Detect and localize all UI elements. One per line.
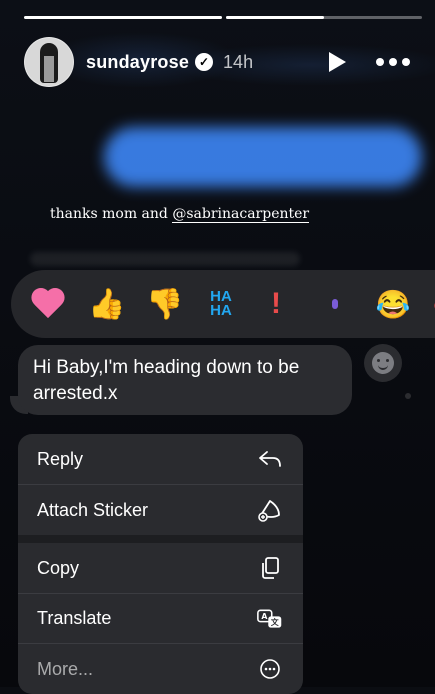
reaction-partial[interactable]: ● [425,270,435,338]
menu-item-attach-sticker[interactable]: Attach Sticker [18,485,303,535]
svg-text:文: 文 [271,617,279,627]
reaction-haha[interactable]: HA HA [197,270,245,338]
smiley-icon [372,352,394,374]
play-icon[interactable] [329,52,346,72]
options-icon[interactable] [376,52,410,72]
message-bubble[interactable]: Hi Baby,I'm heading down to be arrested.… [18,345,352,415]
caption-mention[interactable]: @sabrinacarpenter [172,206,310,223]
haha-bottom: HA [210,302,232,319]
blurred-text [30,252,300,266]
menu-item-copy[interactable]: Copy [18,543,303,593]
translate-icon: A文 [257,606,283,632]
menu-item-label: More... [37,658,94,679]
reaction-thumbs-down[interactable]: 👎 [145,270,185,338]
menu-item-label: Translate [37,608,112,628]
menu-item-label: Reply [37,448,84,469]
menu-item-label: Attach Sticker [37,499,149,520]
reaction-laugh[interactable]: 😂 [373,270,413,338]
dot-icon [332,299,338,309]
menu-item-translate[interactable]: Translate A文 [18,594,303,643]
caption-text: thanks mom and [50,206,173,222]
timestamp: 14h [223,51,254,72]
context-menu: Reply Attach Sticker Copy Translate A文 M… [18,434,303,694]
story-caption: thanks mom and @sabrinacarpenter [50,206,310,223]
reply-icon [257,446,283,472]
reaction-heart[interactable] [28,270,68,338]
reaction-small[interactable] [323,270,347,338]
story-header: sundayrose ✓ 14h [24,37,254,87]
thumbs-down-icon: 👎 [146,287,184,321]
blurred-message-bubble [104,127,422,187]
reaction-thumbs-up[interactable]: 👍 [87,270,127,338]
message-text: Hi Baby,I'm heading down to be arrested.… [33,357,300,404]
bubble-dot [405,393,411,399]
svg-text:A: A [261,612,267,621]
exclamation-icon: ! [271,287,281,320]
avatar[interactable] [24,37,74,87]
more-icon [257,656,283,682]
reaction-bar: 👍 👎 HA HA ! 😂 ● [11,270,435,338]
story-progress-2 [226,16,422,19]
menu-item-label: Copy [37,557,80,578]
story-progress-1 [24,16,222,19]
verified-badge-icon: ✓ [195,53,214,71]
menu-item-reply[interactable]: Reply [18,434,303,484]
reaction-exclamation[interactable]: ! [261,270,291,338]
thumbs-up-icon: 👍 [88,287,126,321]
copy-icon [257,555,283,581]
sticker-icon [257,497,283,523]
laughing-emoji-icon: 😂 [375,288,411,320]
heart-icon [31,289,65,319]
username[interactable]: sundayrose [86,52,189,73]
add-emoji-button[interactable] [364,344,402,382]
